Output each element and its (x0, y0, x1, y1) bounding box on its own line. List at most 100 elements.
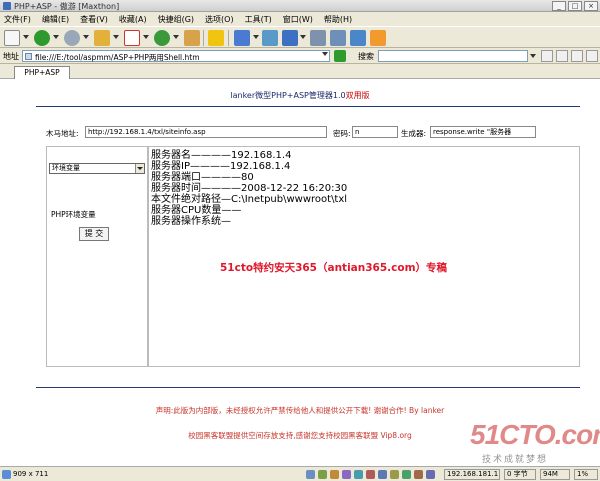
screen-icon[interactable] (262, 30, 278, 46)
chevron-down-icon[interactable] (143, 35, 149, 39)
toolbar-separator (203, 30, 204, 46)
tab-php-asp[interactable]: PHP+ASP (14, 66, 70, 79)
address-input[interactable]: file:///E:/tool/aspmm/ASP+PHP两用Shell.htm (22, 50, 330, 62)
status-icon-1[interactable] (306, 470, 315, 479)
maxthon-app-icon (3, 2, 11, 10)
stop-icon[interactable] (124, 30, 140, 46)
page-title-text: lanker微型PHP+ASP管理器1.0 (230, 91, 346, 100)
status-icon-10[interactable] (414, 470, 423, 479)
info-server-time: 服务器时间————2008-12-22 16:20:30 (151, 183, 348, 194)
chevron-down-icon[interactable] (173, 35, 179, 39)
chevron-down-icon[interactable] (300, 35, 306, 39)
vip8-link[interactable]: Vip8.org (381, 431, 412, 440)
rss-icon[interactable] (370, 30, 386, 46)
search-icon[interactable] (541, 50, 553, 62)
options-icon[interactable] (586, 50, 598, 62)
status-icon-5[interactable] (354, 470, 363, 479)
status-progress: 1% (574, 469, 598, 480)
server-info-panel: 服务器名————192.168.1.4 服务器IP————192.168.1.4… (148, 146, 580, 367)
close-button[interactable]: × (584, 1, 598, 11)
password-input[interactable]: n (352, 126, 398, 138)
status-icon-6[interactable] (366, 470, 375, 479)
go-button[interactable] (334, 50, 346, 62)
up-folder-icon[interactable] (94, 30, 110, 46)
page-title-tag: 双用版 (345, 91, 370, 100)
status-icon-4[interactable] (342, 470, 351, 479)
page-content: lanker微型PHP+ASP管理器1.0双用版 木马地址: http://19… (0, 79, 600, 466)
minimize-button[interactable]: _ (552, 1, 566, 11)
divider-top (36, 106, 580, 107)
menu-favorites[interactable]: 收藏(A) (119, 14, 147, 25)
refresh-icon[interactable] (154, 30, 170, 46)
tab-bar: PHP+ASP (0, 64, 600, 79)
puzzle-icon[interactable] (234, 30, 250, 46)
trojan-url-label: 木马地址: (46, 129, 79, 138)
home-icon[interactable] (184, 30, 200, 46)
chevron-down-icon[interactable] (113, 35, 119, 39)
menu-quick-groups[interactable]: 快捷组(G) (158, 14, 194, 25)
notice-support-text: 校园黑客联盟提供空间存放支持,感谢您支持校园黑客联盟 (188, 431, 379, 440)
chevron-down-icon[interactable] (135, 164, 144, 173)
favorites-star-icon[interactable] (208, 30, 224, 46)
php-env-label: PHP环境变量 (51, 210, 96, 219)
chevron-down-icon[interactable] (530, 54, 536, 58)
address-url[interactable]: file:///E:/tool/aspmm/ASP+PHP两用Shell.htm (35, 52, 200, 63)
chevron-down-icon[interactable] (23, 35, 29, 39)
menu-bar: 文件(F) 编辑(E) 查看(V) 收藏(A) 快捷组(G) 选项(O) 工具(… (0, 12, 600, 26)
toolbar (0, 26, 600, 48)
menu-edit[interactable]: 编辑(E) (42, 14, 69, 25)
info-os: 服务器操作系统— (151, 216, 231, 227)
back-icon[interactable] (34, 30, 50, 46)
watermark-51cto: 51CTO.com 技术成就梦想 (470, 419, 600, 465)
forward-icon[interactable] (64, 30, 80, 46)
search-input[interactable] (378, 50, 528, 62)
chevron-down-icon[interactable] (253, 35, 259, 39)
grid-icon[interactable] (310, 30, 326, 46)
menu-help[interactable]: 帮助(H) (324, 14, 352, 25)
generator-input[interactable]: response.write "服务器 (430, 126, 536, 138)
clear-icon[interactable] (571, 50, 583, 62)
page-title: lanker微型PHP+ASP管理器1.0双用版 (0, 90, 600, 101)
info-server-ip: 服务器IP————192.168.1.4 (151, 161, 291, 172)
panel-icon[interactable] (330, 30, 346, 46)
watermark-slogan: 技术成就梦想 (482, 455, 549, 465)
chevron-down-icon[interactable] (53, 35, 59, 39)
info-server-port: 服务器端口————80 (151, 172, 254, 183)
divider-bottom (36, 387, 580, 388)
status-icon-9[interactable] (402, 470, 411, 479)
status-memory: 94M (540, 469, 570, 480)
highlight-icon[interactable] (556, 50, 568, 62)
trojan-url-input[interactable]: http://192.168.1.4/txl/siteinfo.asp (85, 126, 327, 138)
watermark-logo: 51CTO.com (470, 419, 600, 450)
chevron-down-icon[interactable] (322, 52, 328, 56)
menu-file[interactable]: 文件(F) (4, 14, 31, 25)
submit-button[interactable]: 提 交 (79, 227, 109, 241)
menu-options[interactable]: 选项(O) (205, 14, 234, 25)
window-controls: _ □ × (552, 1, 598, 11)
new-page-icon[interactable] (4, 30, 20, 46)
env-select[interactable]: 环境变量 (49, 163, 145, 174)
status-icon-11[interactable] (426, 470, 435, 479)
env-select-value: 环境变量 (52, 164, 80, 172)
generator-label: 生成器: (401, 129, 427, 138)
status-ip: 192.168.181.1 (444, 469, 500, 480)
info-server-name: 服务器名————192.168.1.4 (151, 150, 292, 161)
status-icon-7[interactable] (378, 470, 387, 479)
undo-icon[interactable] (282, 30, 298, 46)
address-label: 地址 (3, 52, 19, 61)
notice-disclaimer: 声明:此版为内部版，未经授权允许严禁传给他人和提供公开下载! 谢谢合作! By … (155, 406, 445, 415)
password-label: 密码: (333, 129, 351, 138)
promo-text: 51cto特约安天365（antian365.com）专稿 (220, 262, 448, 274)
menu-window[interactable]: 窗口(W) (283, 14, 313, 25)
title-bar: PHP+ASP - 傲游 [Maxthon] _ □ × (0, 0, 600, 12)
maximize-button[interactable]: □ (568, 1, 582, 11)
menu-view[interactable]: 查看(V) (80, 14, 108, 25)
status-icon-8[interactable] (390, 470, 399, 479)
left-panel: 环境变量 PHP环境变量 提 交 (46, 146, 148, 367)
menu-tools[interactable]: 工具(T) (245, 14, 272, 25)
info-absolute-path: 本文件绝对路径—C:\Inetpub\wwwroot\txl (151, 194, 348, 205)
window-icon[interactable] (350, 30, 366, 46)
status-icon-3[interactable] (330, 470, 339, 479)
chevron-down-icon[interactable] (83, 35, 89, 39)
status-icon-2[interactable] (318, 470, 327, 479)
